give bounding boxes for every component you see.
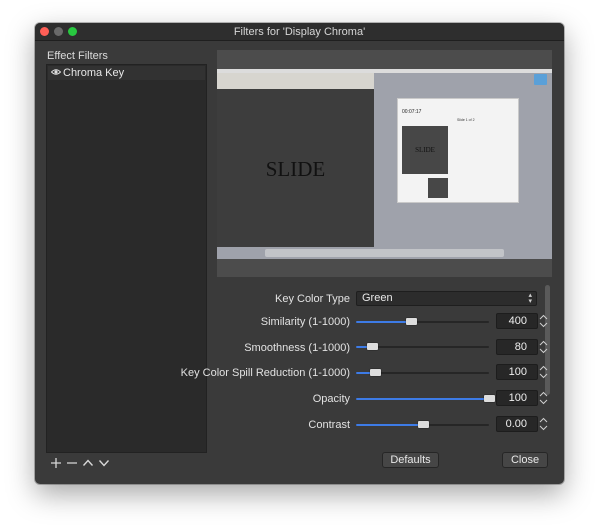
captured-display: SLIDE 00:07:17 Slide 1 of 2 SLIDE (217, 69, 552, 259)
similarity-spinbox[interactable]: 400 (496, 313, 548, 329)
eye-icon[interactable] (51, 68, 61, 76)
contrast-slider-fill (356, 424, 423, 426)
opacity-spinbox[interactable]: 100 (496, 390, 548, 406)
similarity-stepper-icon[interactable] (539, 312, 548, 330)
close-button[interactable]: Close (502, 452, 548, 468)
presenter-next-thumbnail (428, 178, 448, 198)
similarity-slider-handle[interactable] (405, 318, 417, 325)
spill-reduction-spinbox[interactable]: 100 (496, 364, 548, 380)
slide-text: SLIDE (265, 157, 326, 181)
similarity-slider-fill (356, 321, 411, 323)
smoothness-slider[interactable] (356, 343, 489, 350)
spill-reduction-value: 100 (508, 366, 527, 378)
similarity-label: Similarity (1-1000) (260, 316, 350, 328)
filters-window: Filters for 'Display Chroma' Effect Filt… (35, 23, 564, 484)
contrast-label: Contrast (308, 419, 350, 431)
move-down-icon[interactable] (97, 456, 111, 470)
key-color-type-select[interactable]: Green ▴ ▾ (356, 291, 537, 306)
filter-item-label: Chroma Key (63, 67, 125, 79)
opacity-stepper-icon[interactable] (539, 389, 548, 407)
add-icon[interactable] (49, 456, 63, 470)
similarity-slider[interactable] (356, 318, 489, 325)
defaults-button[interactable]: Defaults (382, 452, 439, 468)
opacity-slider[interactable] (356, 395, 495, 402)
contrast-slider-handle[interactable] (417, 421, 429, 428)
window-title: Filters for 'Display Chroma' (233, 26, 366, 38)
presenter-timer: 00:07:17 (402, 109, 422, 115)
smoothness-label: Smoothness (1-1000) (244, 342, 350, 354)
spill-reduction-label: Key Color Spill Reduction (1-1000) (180, 367, 350, 379)
opacity-value: 100 (508, 392, 527, 404)
presenter-slide-count: Slide 1 of 2 (457, 118, 475, 122)
contrast-stepper-icon[interactable] (539, 415, 548, 433)
contrast-value: 0.00 (505, 418, 527, 430)
move-up-icon[interactable] (81, 456, 95, 470)
key-color-type-value: Green (362, 292, 393, 304)
smoothness-slider-handle[interactable] (366, 343, 378, 350)
captured-presenter-window: 00:07:17 Slide 1 of 2 SLIDE (397, 98, 519, 203)
captured-browser-toolbar (217, 73, 374, 89)
similarity-value: 400 (508, 315, 527, 327)
captured-slide: SLIDE (217, 89, 374, 247)
spill-reduction-stepper-icon[interactable] (539, 363, 548, 381)
thumbnail-text: SLIDE (415, 146, 435, 154)
opacity-label: Opacity (312, 393, 350, 405)
folder-icon (534, 74, 547, 85)
presenter-thumbnail: SLIDE (402, 126, 448, 174)
smoothness-stepper-icon[interactable] (539, 338, 548, 356)
smoothness-value: 80 (514, 341, 527, 353)
chevron-updown-icon: ▴ ▾ (528, 292, 532, 305)
contrast-slider[interactable] (356, 421, 489, 428)
opacity-slider-fill (356, 398, 489, 400)
opacity-slider-handle[interactable] (484, 395, 495, 402)
filter-item-chroma-key[interactable]: Chroma Key (48, 66, 205, 80)
title-bar: Filters for 'Display Chroma' (35, 23, 564, 41)
key-color-type-label: Key Color Type (274, 293, 350, 305)
spill-reduction-slider[interactable] (356, 369, 489, 376)
spill-reduction-slider-handle[interactable] (369, 369, 381, 376)
contrast-spinbox[interactable]: 0.00 (496, 416, 548, 432)
effect-filters-list[interactable]: Chroma Key (46, 64, 207, 453)
effect-filters-title: Effect Filters (47, 50, 108, 62)
captured-dock (265, 249, 504, 257)
smoothness-spinbox[interactable]: 80 (496, 339, 548, 355)
remove-icon[interactable] (65, 456, 79, 470)
filter-preview: SLIDE 00:07:17 Slide 1 of 2 SLIDE (217, 50, 552, 277)
